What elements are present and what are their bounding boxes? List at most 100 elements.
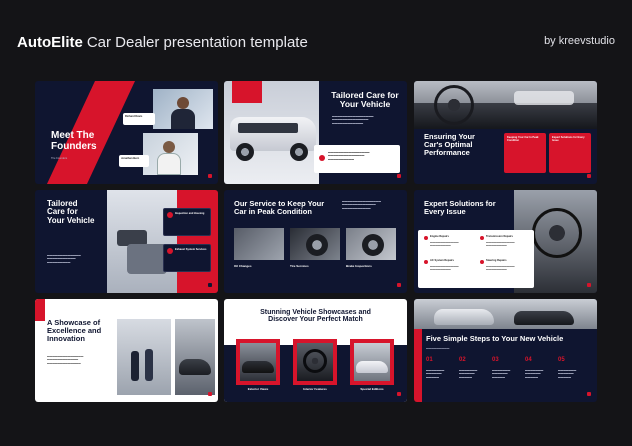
solution-label: AC System Repairs [430, 259, 454, 262]
slide-title: Expert Solutions for Every Issue [424, 200, 496, 216]
slide-subtitle: ▬▬▬▬▬▬▬▬▬ [426, 347, 450, 350]
feature-card-2: Expert Solutions for Every Issue [549, 133, 591, 173]
slide-title: Meet The Founders [51, 130, 97, 152]
body-text: ▬▬▬▬▬▬▬▬▬▬▬▬▬ ▬▬▬▬▬▬▬▬▬▬▬ ▬▬▬▬▬▬▬▬▬ [47, 254, 81, 264]
title-line: Your Vehicle [339, 98, 391, 109]
slide-expert-solutions[interactable]: Expert Solutions for Every Issue Engine … [414, 190, 597, 293]
slide-subtitle: The Founders [51, 157, 68, 160]
steering-icon [480, 260, 484, 264]
slide-stunning-showcases[interactable]: Stunning Vehicle Showcases and Discover … [224, 299, 407, 402]
solution-label: Engine Repairs [430, 235, 449, 238]
card-title: Expert Solutions for Every Issue [552, 136, 585, 143]
slide-title: Tailored Care for Your Vehicle [47, 199, 94, 225]
card-text: ▬▬▬▬▬▬▬▬▬▬▬▬▬▬▬▬ ▬▬▬▬▬▬▬▬▬▬▬▬▬▬ ▬▬▬▬▬▬▬▬▬▬ [328, 151, 370, 161]
showroom-photo-1 [117, 319, 171, 395]
founder-photo-2 [143, 133, 198, 175]
gallery-label: Special Editions [360, 387, 384, 391]
step-desc: ▬▬▬▬▬▬▬ ▬▬▬▬▬▬ ▬▬▬▬▬ [558, 369, 577, 379]
body-text: ▬▬▬▬▬▬▬▬▬▬▬▬▬▬▬▬ ▬▬▬▬▬▬▬▬▬▬▬▬▬▬ ▬▬▬▬▬▬▬▬▬▬… [332, 115, 374, 125]
slide-tailored-care-2[interactable]: Tailored Care for Your Vehicle ▬▬▬▬▬▬▬▬▬… [35, 190, 218, 293]
card-title: Inspection and Housing [175, 212, 205, 215]
slide-marker [397, 392, 401, 396]
slide-marker [397, 174, 401, 178]
slide-meet-founders[interactable]: Meet The Founders The Founders Richard D… [35, 81, 218, 184]
page-title: AutoElite Car Dealer presentation templat… [17, 34, 308, 51]
special-edition-card [350, 339, 394, 385]
founder-name: Richard Davis [125, 115, 143, 118]
gallery-label: Exterior Views [247, 387, 269, 391]
step-desc: ▬▬▬▬▬▬▬ ▬▬▬▬▬▬ ▬▬▬▬▬ [492, 369, 511, 379]
mechanic-photo [107, 190, 177, 293]
card-title: Keeping Your Car In Peak Condition [507, 136, 539, 143]
interior-photo [414, 81, 597, 129]
red-side-bar [414, 329, 422, 402]
service-label: Tire Services [290, 264, 309, 268]
gallery-label: Interior Features [303, 387, 327, 391]
author-credit: by kreevstudio [544, 35, 615, 47]
slide-tailored-care[interactable]: Tailored Care for Your Vehicle ▬▬▬▬▬▬▬▬▬… [224, 81, 407, 184]
transmission-icon [480, 236, 484, 240]
showroom-photo-2 [175, 319, 215, 395]
slide-title: A Showcase of Excellence and Innovation [47, 319, 101, 343]
red-accent [35, 299, 45, 321]
intro-text: ▬▬▬▬▬▬▬▬▬▬▬▬▬▬▬ ▬▬▬▬▬▬▬▬▬▬▬▬▬ ▬▬▬▬▬▬▬▬▬▬▬ [342, 200, 381, 210]
body-text: ▬▬▬▬▬▬▬▬▬▬▬▬▬▬ ▬▬▬▬▬▬▬▬▬▬▬▬ ▬▬▬▬▬▬▬▬▬▬▬▬▬ [47, 355, 84, 365]
title-line: Performance [424, 147, 470, 157]
founder-name-card-2: Jonathan Bern [119, 155, 149, 167]
slide-title: Tailored Care for Your Vehicle [328, 91, 402, 109]
title-line: Car in Peak Condition [234, 206, 312, 216]
solution-label: Steering Repairs [486, 259, 507, 262]
step-number: 02 [459, 357, 466, 363]
title-line: Discover Your Perfect Match [268, 316, 363, 324]
slide-our-service[interactable]: Our Service to Keep Your Car in Peak Con… [224, 190, 407, 293]
solution-desc: ▬▬▬▬▬▬▬▬▬▬▬ ▬▬▬▬▬▬▬▬ [486, 265, 515, 272]
slide-marker [587, 174, 591, 178]
solutions-card: Engine Repairs Transmission Repairs ▬▬▬▬… [418, 230, 534, 288]
step-desc: ▬▬▬▬▬▬▬ ▬▬▬▬▬▬ ▬▬▬▬▬ [426, 369, 445, 379]
feature-card-1: Keeping Your Car In Peak Condition [504, 133, 546, 173]
info-card: ▬▬▬▬▬▬▬▬▬▬▬▬▬▬▬▬ ▬▬▬▬▬▬▬▬▬▬▬▬▬▬ ▬▬▬▬▬▬▬▬▬▬ [314, 145, 400, 173]
service-label: Brake Inspections [346, 264, 372, 268]
slide-ensuring-performance[interactable]: Ensuring Your Car's Optimal Performance … [414, 81, 597, 184]
slide-title: Stunning Vehicle Showcases and Discover … [224, 309, 407, 324]
slide-five-steps[interactable]: Five Simple Steps to Your New Vehicle ▬▬… [414, 299, 597, 402]
solution-desc: ▬▬▬▬▬▬▬▬▬▬▬ ▬▬▬▬▬▬▬▬ [430, 241, 459, 248]
service-label: Oil Changes [234, 264, 252, 268]
slide-title: Five Simple Steps to Your New Vehicle [426, 334, 564, 343]
slide-marker [587, 283, 591, 287]
template-subtitle: Car Dealer presentation template [86, 34, 308, 51]
step-desc: ▬▬▬▬▬▬▬ ▬▬▬▬▬▬ ▬▬▬▬▬ [525, 369, 544, 379]
slide-title: Our Service to Keep Your Car in Peak Con… [234, 200, 324, 216]
slide-marker [587, 392, 591, 396]
solution-label: Transmission Repairs [486, 235, 513, 238]
service-card-2: Exhaust System Services [163, 244, 211, 272]
slide-marker [397, 283, 401, 287]
slide-marker [208, 174, 212, 178]
red-panel [177, 190, 218, 293]
title-line: Meet The [51, 130, 95, 141]
card-title: Exhaust System Services [175, 248, 207, 251]
step-number: 01 [426, 357, 433, 363]
wrench-icon [319, 155, 325, 161]
slide-title: Ensuring Your Car's Optimal Performance [424, 133, 475, 157]
step-number: 04 [525, 357, 532, 363]
tool-icon [167, 212, 173, 218]
brake-inspection-photo [346, 228, 396, 260]
founder-name-card-1: Richard Davis [123, 113, 155, 125]
interior-card [293, 339, 337, 385]
cars-banner-photo [414, 299, 597, 329]
title-line: Every Issue [424, 206, 466, 216]
title-line: Innovation [47, 333, 85, 343]
brand-name: AutoElite [17, 34, 83, 51]
founder-name: Jonathan Bern [121, 157, 140, 160]
title-line: Founders [51, 140, 97, 152]
exterior-card [236, 339, 280, 385]
solution-desc: ▬▬▬▬▬▬▬▬▬▬▬ ▬▬▬▬▬▬▬▬ [486, 241, 515, 248]
exhaust-icon [167, 248, 173, 254]
slide-showcase[interactable]: A Showcase of Excellence and Innovation … [35, 299, 218, 402]
step-desc: ▬▬▬▬▬▬▬ ▬▬▬▬▬▬ ▬▬▬▬▬ [459, 369, 478, 379]
service-card-1: Inspection and Housing [163, 208, 211, 236]
title-line: Stunning Vehicle Showcases and [260, 309, 371, 316]
tire-service-photo [290, 228, 340, 260]
slide-marker [208, 283, 212, 287]
